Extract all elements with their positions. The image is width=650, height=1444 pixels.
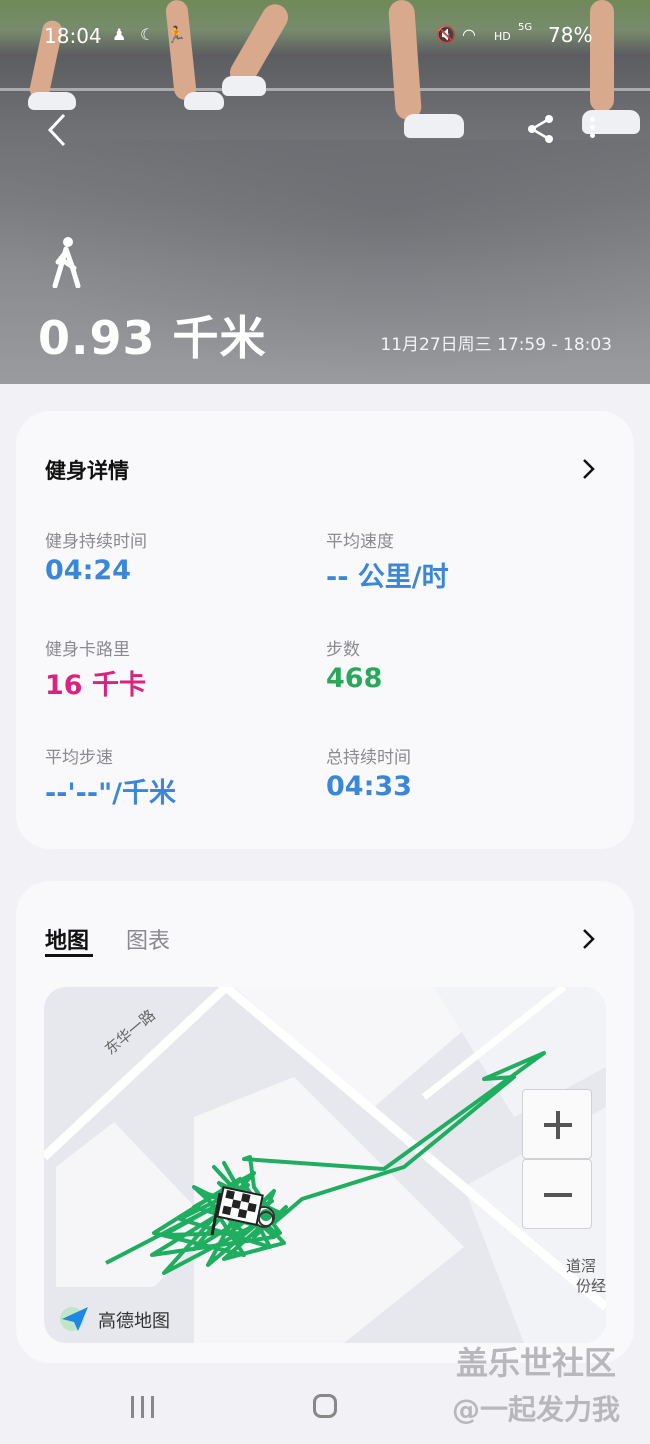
map-place-label: 份经 (576, 1277, 606, 1295)
runner-shoe (184, 92, 224, 110)
running-icon: 🏃 (166, 25, 186, 44)
stat-label-calories: 健身卡路里 (45, 640, 130, 660)
minus-icon (544, 1193, 572, 1197)
stat-value-total-duration: 04:33 (326, 771, 412, 802)
recents-button[interactable] (131, 1396, 157, 1418)
home-button[interactable] (313, 1394, 337, 1418)
amap-arrow-icon (60, 1307, 88, 1331)
status-time: 18:04 (44, 24, 102, 48)
tab-chart[interactable]: 图表 (126, 923, 170, 955)
runner-leg (590, 0, 614, 112)
plus-icon (544, 1111, 572, 1139)
battery-percent: 78% (548, 23, 593, 47)
map-provider: 高德地图 (98, 1311, 170, 1332)
workout-details-card: 健身详情 健身持续时间 04:24 平均速度 -- 公里/时 健身卡路里 16 … (16, 411, 634, 849)
stat-value-avg-speed: -- 公里/时 (326, 562, 449, 593)
signal-label: 5G (518, 22, 533, 33)
details-title: 健身详情 (45, 459, 129, 483)
stat-value-calories: 16 千卡 (45, 670, 146, 701)
stat-value-steps: 468 (326, 663, 383, 694)
stat-value-duration: 04:24 (45, 555, 131, 586)
stat-value-avg-pace: --'--"/千米 (45, 778, 177, 809)
stat-label-avg-pace: 平均步速 (45, 748, 113, 768)
start-marker-dot (260, 1209, 272, 1221)
hd-label: HD (494, 30, 511, 43)
tab-map[interactable]: 地图 (45, 923, 89, 955)
walking-person-icon (52, 237, 81, 288)
stat-label-steps: 步数 (326, 640, 360, 660)
stat-label-duration: 健身持续时间 (45, 532, 147, 552)
zoom-out-button[interactable] (522, 1159, 592, 1229)
watermark-user: @一起发力我 (452, 1393, 621, 1426)
wifi-icon: ◠ (462, 25, 476, 44)
moon-icon: ☾ (140, 25, 155, 44)
map-block (56, 1122, 214, 1287)
more-options-icon[interactable] (586, 114, 598, 148)
tab-underline (45, 954, 93, 957)
share-icon[interactable] (524, 112, 558, 146)
hero-banner: 18:04 ♟ ☾ 🏃 🔇 ◠ HD 5G 78% 0.93 千米 11月27日… (0, 0, 650, 384)
stat-label-avg-speed: 平均速度 (326, 532, 394, 552)
route-map[interactable]: 东华一路 道滘 份经 高德地图 (44, 987, 606, 1343)
map-card: 地图 图表 东华一路 道滘 份经 高德地图 (16, 881, 634, 1363)
workout-datetime: 11月27日周三 17:59 - 18:03 (380, 335, 612, 355)
distance-value: 0.93 千米 (38, 311, 267, 365)
zoom-in-button[interactable] (522, 1089, 592, 1159)
amap-logo: 高德地图 (58, 1303, 208, 1333)
chevron-right-icon[interactable] (578, 457, 598, 481)
back-arrow-icon[interactable] (42, 112, 72, 148)
runner-shoe (404, 114, 464, 138)
notification-icon: ♟ (112, 25, 127, 44)
runner-shoe (222, 76, 266, 96)
road-line (0, 88, 650, 91)
mute-icon: 🔇 (436, 25, 456, 44)
stat-label-total-duration: 总持续时间 (326, 748, 411, 768)
runner-shoe (28, 92, 76, 110)
status-bar: 18:04 ♟ ☾ 🏃 🔇 ◠ HD 5G 78% (0, 18, 650, 54)
map-place-label: 道滘 (566, 1257, 597, 1275)
chevron-right-icon[interactable] (578, 927, 598, 951)
